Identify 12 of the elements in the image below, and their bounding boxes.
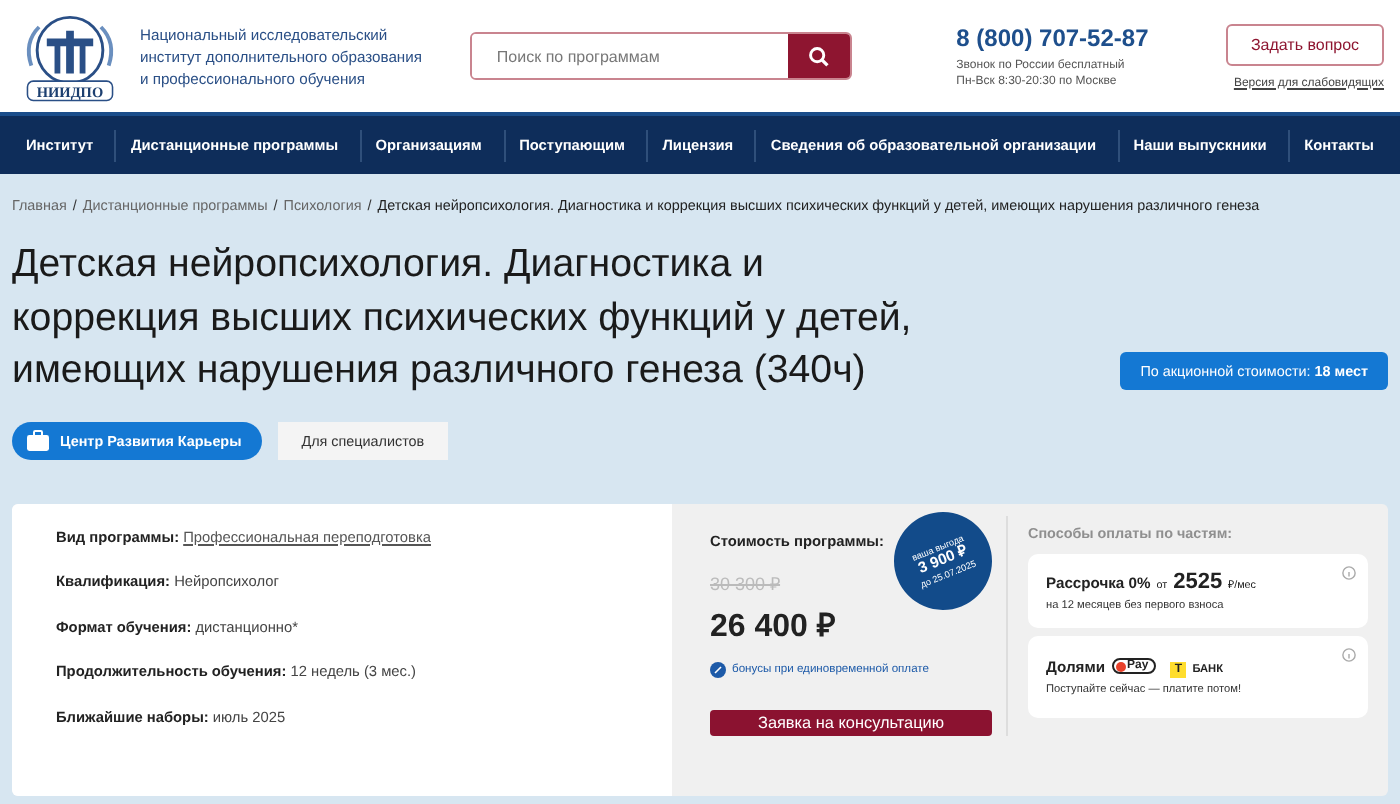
- info-icon: [1342, 565, 1356, 579]
- search-button[interactable]: [788, 34, 851, 78]
- search-field[interactable]: Поиск по программам: [470, 32, 853, 80]
- info-icon: [1342, 647, 1356, 661]
- briefcase-icon: [26, 429, 50, 451]
- page-title: Детская нейропсихология. Диагностика и коррекция высших психических функций у детей, имеющих нарушения различного генеза (340ч): [12, 240, 914, 396]
- search-icon: [808, 45, 831, 67]
- ask-question-button[interactable]: Задать вопрос: [1226, 23, 1384, 65]
- phone-number[interactable]: 8 (800) 707-52-87: [956, 23, 1226, 51]
- price: 26 400 ₽: [710, 607, 835, 645]
- consultation-button[interactable]: Заявка на консультацию: [710, 709, 992, 735]
- installment-amount: 2525: [1173, 569, 1223, 593]
